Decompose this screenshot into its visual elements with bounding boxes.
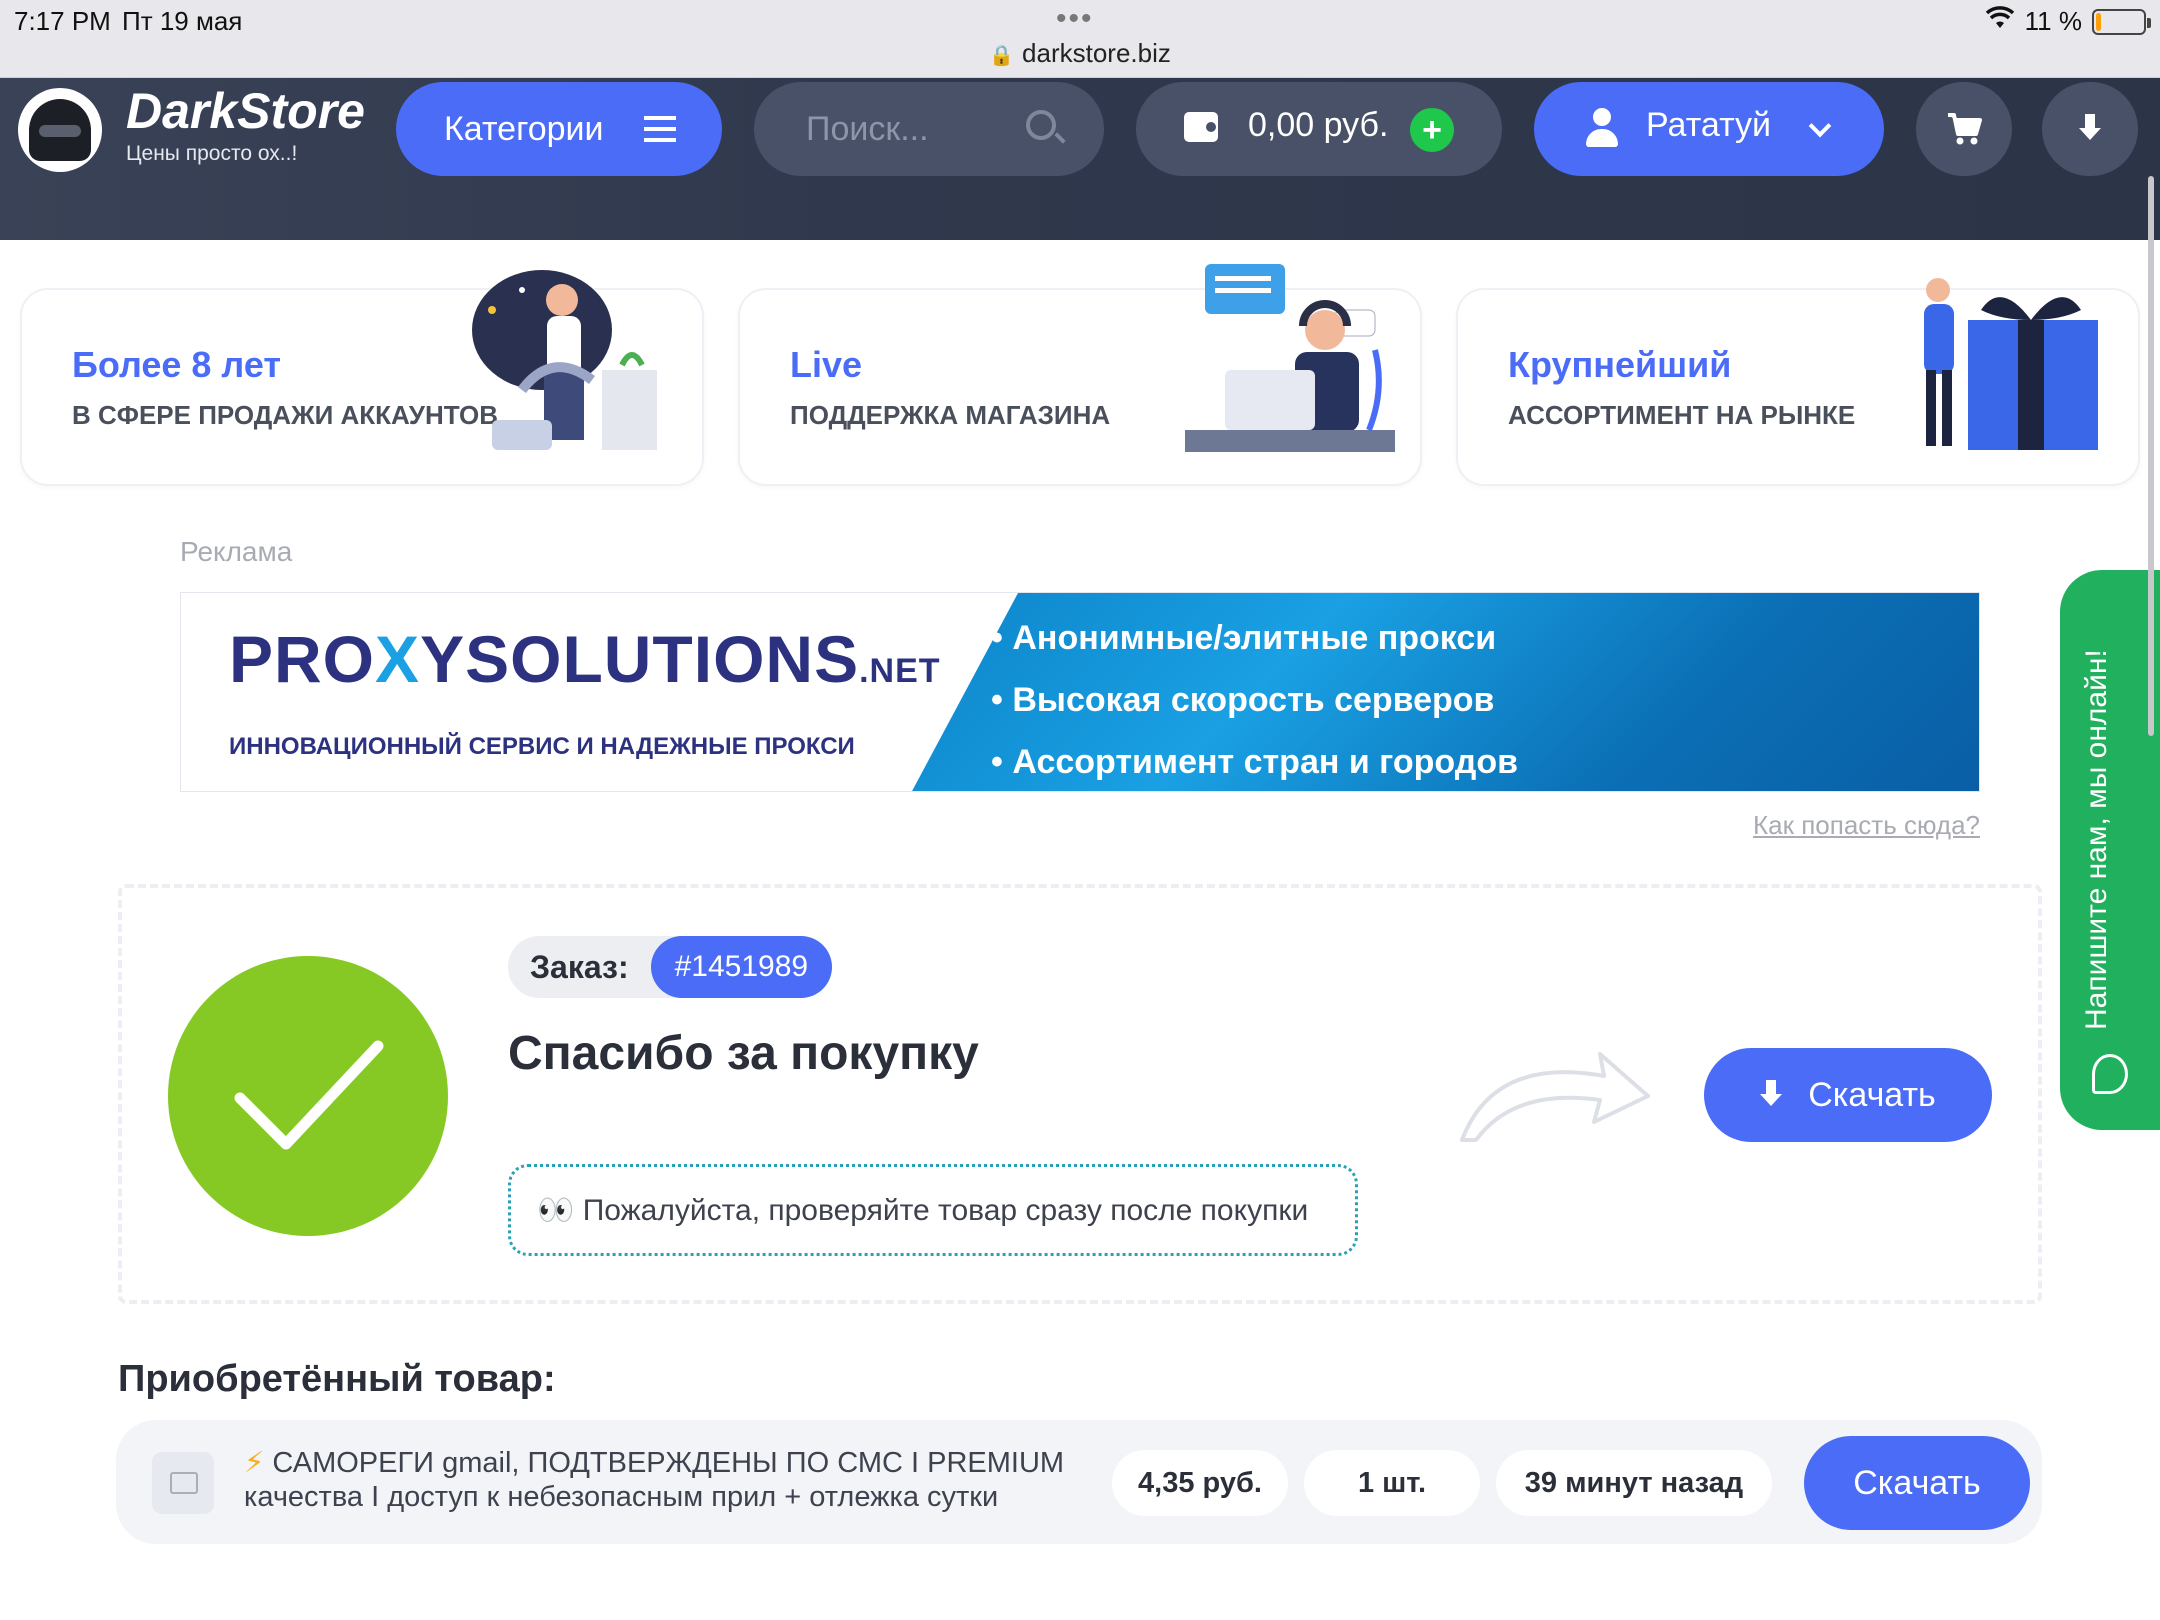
wallet-icon	[1184, 112, 1218, 142]
feature-subtitle: В СФЕРЕ ПРОДАЖИ АККАУНТОВ	[72, 400, 498, 430]
purchased-heading: Приобретённый товар:	[118, 1358, 556, 1400]
chat-label: Напишите нам, мы онлайн!	[2080, 649, 2113, 1030]
feature-title: Крупнейший	[1508, 344, 1732, 385]
purchased-item-row: ⚡ САМОРЕГИ gmail, ПОДТВЕРЖДЕНЫ ПО СМС I …	[116, 1420, 2042, 1544]
battery-percent: 11 %	[2024, 6, 2082, 36]
status-right: 11 %	[1985, 6, 2151, 37]
download-button[interactable]: Скачать	[1704, 1048, 1992, 1142]
download-icon	[2079, 114, 2101, 144]
status-date: Пт 19 мая	[122, 6, 243, 36]
address-bar[interactable]: 🔒 darkstore.biz	[0, 38, 2160, 69]
ad-bullet: • Анонимные/элитные прокси	[991, 619, 1497, 657]
cart-icon	[1948, 113, 1982, 145]
chat-bubble-icon	[2092, 1054, 2128, 1094]
balance-widget[interactable]: 0,00 руб. +	[1136, 82, 1502, 176]
feature-title: Live	[790, 344, 863, 385]
feature-subtitle: ПОДДЕРЖКА МАГАЗИНА	[790, 400, 1111, 430]
search-icon[interactable]	[1026, 110, 1056, 140]
order-label: Заказ:	[530, 948, 629, 985]
address-url: darkstore.biz	[1022, 38, 1171, 68]
lock-icon: 🔒	[989, 45, 1015, 67]
ad-logo: PROXYSOLUTIONS.NET	[229, 622, 941, 696]
categories-label: Категории	[444, 109, 604, 148]
download-label: Скачать	[1808, 1075, 1936, 1114]
order-number[interactable]: #1451989	[650, 936, 833, 998]
chat-widget-tab[interactable]: Напишите нам, мы онлайн!	[2060, 570, 2160, 1130]
feature-card-support: Live ПОДДЕРЖКА МАГАЗИНА	[738, 264, 1422, 486]
feature-card-experience: Более 8 лет В СФЕРЕ ПРОДАЖИ АККАУНТОВ	[20, 270, 704, 486]
menu-icon	[644, 116, 676, 142]
thanks-heading: Спасибо за покупку	[508, 1027, 979, 1080]
product-name[interactable]: ⚡ САМОРЕГИ gmail, ПОДТВЕРЖДЕНЫ ПО СМС I …	[244, 1446, 1104, 1514]
multitasking-dots-icon[interactable]: •••	[1056, 2, 1094, 36]
ad-bullet: • Высокая скорость серверов	[991, 681, 1495, 719]
ad-banner[interactable]: PROXYSOLUTIONS.NET ИННОВАЦИОННЫЙ СЕРВИС …	[180, 592, 1980, 792]
header-download-button[interactable]	[2042, 82, 2138, 176]
order-tag: Заказ: #1451989	[508, 936, 833, 998]
curved-arrow-icon	[1460, 1052, 1650, 1142]
image-placeholder-icon	[152, 1452, 214, 1514]
brand-tagline: Цены просто ох..!	[126, 142, 298, 165]
support-agent-illustration-icon	[1185, 264, 1395, 452]
check-notice: 👀 Пожалуйста, проверяйте товар сразу пос…	[508, 1164, 1358, 1256]
categories-button[interactable]: Категории	[396, 82, 722, 176]
balance-amount: 0,00 руб.	[1248, 106, 1389, 144]
ad-bullet: • Ассортимент стран и городов	[991, 743, 1518, 781]
purchase-time: 39 минут назад	[1496, 1450, 1772, 1516]
status-time: 7:17 PM	[14, 6, 111, 36]
add-funds-button[interactable]: +	[1410, 108, 1454, 152]
brand-name[interactable]: DarkStore	[126, 82, 365, 140]
battery-icon	[2092, 8, 2151, 35]
lightning-icon: ⚡	[244, 1447, 265, 1479]
gift-box-illustration-icon	[1924, 278, 2098, 450]
page-scrollbar[interactable]	[2148, 176, 2154, 736]
cart-button[interactable]	[1916, 82, 2012, 176]
download-icon	[1760, 1080, 1783, 1110]
ad-slogan: ИННОВАЦИОННЫЙ СЕРВИС И НАДЕЖНЫЕ ПРОКСИ	[229, 733, 855, 760]
ios-status-bar: 7:17 PM Пт 19 мая ••• 🔒 darkstore.biz 11 …	[0, 0, 2160, 78]
chevron-down-icon	[1808, 114, 1832, 138]
ad-label: Реклама	[180, 536, 293, 567]
vr-girl-illustration-icon	[472, 270, 657, 450]
success-check-icon	[168, 956, 448, 1236]
product-price: 4,35 руб.	[1112, 1450, 1288, 1516]
advertise-link[interactable]: Как попасть сюда?	[1753, 810, 1980, 841]
item-download-button[interactable]: Скачать	[1804, 1436, 2030, 1530]
user-menu-button[interactable]: Рататуй	[1534, 82, 1884, 176]
product-quantity: 1 шт.	[1304, 1450, 1480, 1516]
darkstore-logo-icon[interactable]	[18, 88, 102, 172]
feature-title: Более 8 лет	[72, 344, 282, 385]
feature-subtitle: АССОРТИМЕНТ НА РЫНКЕ	[1508, 400, 1856, 430]
feature-card-assortment: Крупнейший АССОРТИМЕНТ НА РЫНКЕ	[1456, 278, 2140, 486]
wifi-icon	[1985, 6, 2015, 37]
search-box[interactable]	[754, 82, 1104, 176]
site-header: DarkStore Цены просто ох..! Категории 0,…	[0, 78, 2160, 240]
ad-bullets: • Анонимные/элитные прокси • Высокая ско…	[991, 607, 1518, 791]
user-icon	[1586, 108, 1618, 148]
user-name: Рататуй	[1646, 106, 1772, 144]
